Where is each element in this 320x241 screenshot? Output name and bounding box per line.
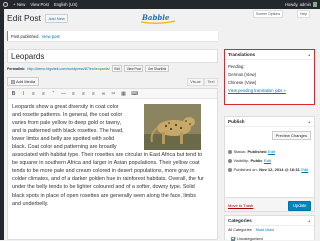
tab-all-categories[interactable]: All Categories <box>228 228 252 232</box>
body-line: be squarer in southern Africa and larger… <box>12 160 200 167</box>
update-button[interactable]: Update <box>288 200 311 211</box>
align-center-button[interactable]: ≡ <box>81 91 86 97</box>
published-value: Nov 12, 2014 @ 16:31 <box>259 167 300 172</box>
body-line: black spots in place of open rosettes ar… <box>12 192 196 199</box>
category-tabs: All Categories Most Used <box>225 226 314 234</box>
publish-title: Publish <box>228 119 245 124</box>
category-label: Uncategorised <box>237 236 263 241</box>
logo-text: Babble <box>142 13 170 22</box>
bold-button[interactable]: B <box>11 91 16 97</box>
status-row: Status: Published Edit <box>228 149 275 154</box>
collapse-icon[interactable]: ▲ <box>308 219 311 223</box>
post-title-input[interactable]: Leopards <box>7 49 218 63</box>
body-line: under the belly tends to be lighter colo… <box>12 184 195 191</box>
edit-permalink-button[interactable]: Edit <box>111 65 123 72</box>
admin-side-menu <box>0 9 4 240</box>
admin-bar: + New View Post English (US) Howdy, admi… <box>0 0 320 9</box>
numbered-list-button[interactable]: ≡ <box>41 91 46 97</box>
categories-title: Categories <box>228 218 252 223</box>
permalink-label: Permalink: <box>7 66 26 71</box>
wordpress-logo-icon[interactable] <box>3 2 8 7</box>
collapse-icon[interactable]: ▲ <box>308 120 311 124</box>
permalink-url[interactable]: http://demo.bigsitek.com/wordpress/87/en… <box>27 66 110 71</box>
screen-options-button[interactable]: Screen Options <box>253 10 284 18</box>
eye-icon <box>228 158 232 163</box>
new-menu[interactable]: + New <box>13 2 25 7</box>
align-left-button[interactable]: ≡ <box>71 91 76 97</box>
add-new-button[interactable]: Add New <box>45 13 69 23</box>
published-date-row: Published on: Nov 12, 2014 @ 16:31 Edit <box>228 167 308 172</box>
babble-logo: Babble <box>138 12 178 25</box>
publish-header[interactable]: Publish ▲ <box>225 117 314 127</box>
edit-date-link[interactable]: Edit <box>301 167 308 172</box>
permalink-row: Permalink: http://demo.bigsitek.com/word… <box>7 65 218 72</box>
post-editor[interactable]: B I ≡ ≡ “ ― ≡ ≡ ≡ ∞ ✂ ▦ ⌨ Leopards show … <box>7 88 218 240</box>
read-more-button[interactable]: ▦ <box>121 91 126 97</box>
notice-text: Post published. <box>11 33 40 39</box>
publish-box: Publish ▲ Preview Changes Status: Publis… <box>224 116 315 212</box>
pending-jobs-link[interactable]: View pending translation jobs » <box>225 86 314 94</box>
status-label: Status: <box>233 149 246 154</box>
translations-title: Translations <box>228 52 256 57</box>
editor-media-row: Add Media Visual Text <box>7 77 218 86</box>
translations-header[interactable]: Translations ▲ <box>225 50 314 60</box>
preview-changes-button[interactable]: Preview Changes <box>271 131 311 141</box>
body-line: tends to be more pale and cream colored … <box>12 168 195 175</box>
notice-view-post-link[interactable]: View post <box>42 34 60 39</box>
insert-link-button[interactable]: ∞ <box>101 91 106 97</box>
collapse-icon[interactable]: ▲ <box>308 53 311 57</box>
visibility-value: Public <box>250 158 263 163</box>
blockquote-button[interactable]: “ <box>51 91 56 97</box>
categories-header[interactable]: Categories ▲ <box>225 216 314 226</box>
tab-text[interactable]: Text <box>204 77 218 86</box>
toolbar-toggle-button[interactable]: ⌨ <box>131 91 138 97</box>
get-shortlink-button[interactable]: Get Shortlink <box>145 65 169 72</box>
pending-label: Pending: <box>228 63 245 69</box>
page-title: Edit Post <box>7 13 42 23</box>
permalink-slug: leopards <box>94 66 109 71</box>
tab-visual[interactable]: Visual <box>186 77 205 86</box>
view-post-button[interactable]: View Post <box>124 65 144 72</box>
view-post-link[interactable]: View Post <box>30 2 49 7</box>
body-line: colder climates, and of a darker golden … <box>12 176 204 183</box>
editor-toolbar: B I ≡ ≡ “ ― ≡ ≡ ≡ ∞ ✂ ▦ ⌨ <box>8 89 217 99</box>
greeting-text: Howdy, admin <box>284 2 311 7</box>
permalink-base: http://demo.bigsitek.com/wordpress/87/en… <box>27 66 95 71</box>
italic-button[interactable]: I <box>21 91 26 97</box>
language-menu[interactable]: English (US) <box>54 2 78 7</box>
category-item[interactable]: Uncategorised <box>225 236 314 241</box>
leopard-image[interactable] <box>144 104 201 150</box>
body-line: and underbelly. <box>12 200 49 207</box>
status-value: Published <box>247 149 267 154</box>
visibility-row: Visibility: Public Edit <box>228 158 271 163</box>
align-right-button[interactable]: ≡ <box>91 91 96 97</box>
move-to-trash-link[interactable]: Move to Trash <box>228 203 253 208</box>
remove-link-button[interactable]: ✂ <box>111 91 116 97</box>
translations-box: Translations ▲ Pending: German (View) Ch… <box>224 49 315 105</box>
help-button[interactable]: Help <box>297 10 311 18</box>
bulleted-list-button[interactable]: ≡ <box>31 91 36 97</box>
visibility-label: Visibility: <box>233 158 250 163</box>
translation-chinese[interactable]: Chinese (View) <box>225 78 314 86</box>
published-label: Published on: <box>233 167 258 172</box>
page-header: Edit Post Add New <box>7 13 69 23</box>
edit-visibility-link[interactable]: Edit <box>264 158 271 163</box>
categories-box: Categories ▲ All Categories Most Used Un… <box>224 215 315 241</box>
account-menu[interactable]: Howdy, admin <box>285 2 317 7</box>
horizontal-line-button[interactable]: ― <box>61 91 66 97</box>
add-media-label: Add Media <box>16 79 36 84</box>
success-notice: Post published. View post <box>7 31 218 41</box>
calendar-icon <box>228 167 232 172</box>
edit-status-link[interactable]: Edit <box>268 149 275 154</box>
tab-most-used[interactable]: Most Used <box>256 228 274 232</box>
add-media-button[interactable]: Add Media <box>7 77 39 86</box>
pin-icon <box>228 149 232 154</box>
media-icon <box>10 79 15 84</box>
body-line: associated with habitat type. Their rose… <box>12 152 203 159</box>
avatar <box>312 2 317 7</box>
translation-german[interactable]: German (View) <box>225 70 314 78</box>
new-menu-label: New <box>16 2 26 7</box>
publish-actions: Move to Trash Update <box>225 197 314 211</box>
